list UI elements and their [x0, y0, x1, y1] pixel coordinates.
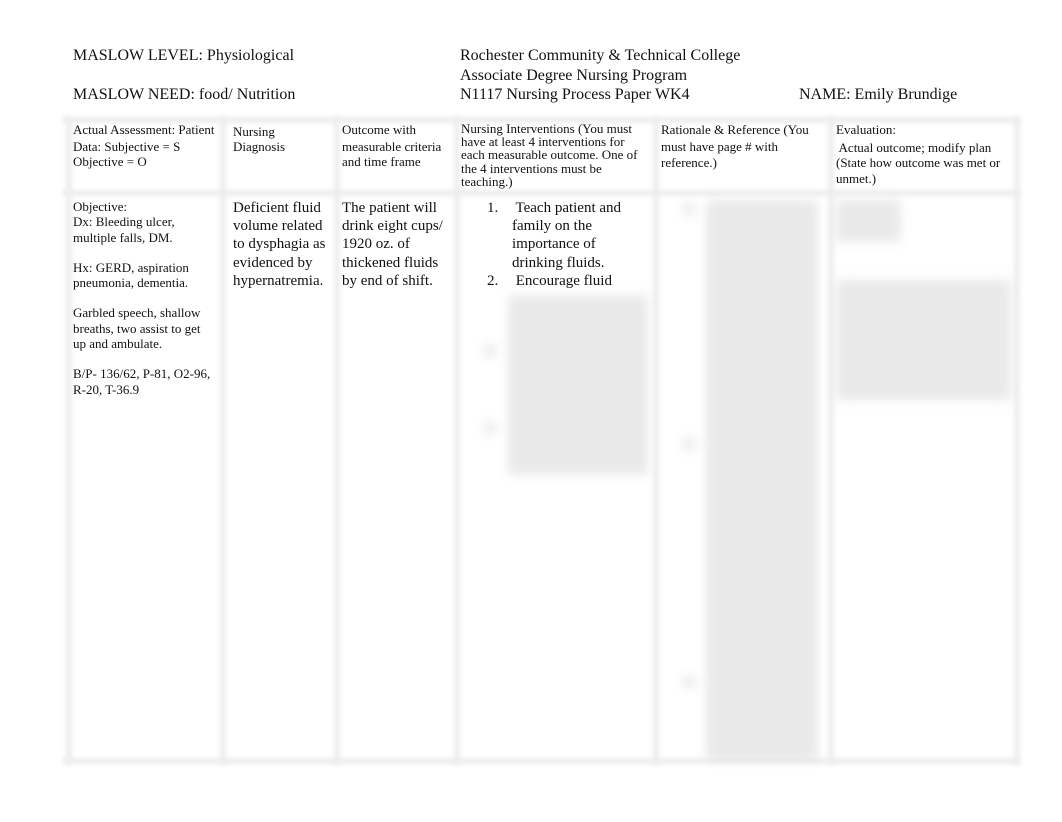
- header-assessment: Actual Assessment: Patient Data: Subject…: [73, 122, 223, 169]
- assessment-dx: Dx: Bleeding ulcer, multiple falls, DM.: [73, 214, 223, 245]
- assessment-line: multiple falls, DM.: [73, 229, 173, 245]
- program-name: Associate Degree Nursing Program: [460, 67, 688, 84]
- obscured-interventions-text: [508, 295, 648, 475]
- assessment-line: Garbled speech, shallow: [73, 305, 201, 321]
- header-line: must have page # with: [661, 138, 778, 154]
- assessment-label: Objective:: [73, 199, 128, 214]
- header-line: the 4 interventions must be: [461, 160, 602, 176]
- header-line: Rationale & Reference (You: [661, 122, 809, 137]
- header-rationale: Rationale & Reference (You must have pag…: [661, 122, 831, 172]
- interventions-cell: 1. Teach patient and family on the impor…: [487, 199, 652, 290]
- intervention-item: 2. Encourage fluid: [487, 272, 652, 290]
- diagnosis-line: evidenced by: [233, 254, 313, 271]
- obscured-rationale-text: [706, 200, 818, 760]
- assessment-line: up and ambulate.: [73, 336, 163, 352]
- header-line: each measurable outcome. One of: [461, 147, 638, 163]
- college-name: Rochester Community & Technical College: [460, 47, 741, 64]
- maslow-level: MASLOW LEVEL: Physiological: [73, 47, 295, 64]
- assessment-observations: Garbled speech, shallow breaths, two ass…: [73, 305, 223, 351]
- header-line: Nursing: [233, 124, 275, 139]
- obscured-list-marker: [484, 422, 496, 434]
- header-line: Actual outcome; modify plan: [836, 139, 992, 155]
- outcome-line: 1920 oz. of: [342, 236, 410, 253]
- intervention-number: 1.: [487, 200, 499, 216]
- diagnosis-cell: Deficient fluid volume related to dyspha…: [233, 199, 333, 290]
- header-interventions: Nursing Interventions (You must have at …: [461, 122, 656, 188]
- table-border-left: [66, 117, 72, 765]
- obscured-evaluation-text: [836, 280, 1011, 400]
- header-outcome: Outcome with measurable criteria and tim…: [342, 122, 457, 169]
- intervention-line: drinking fluids.: [512, 254, 605, 271]
- assessment-vitals: B/P- 136/62, P-81, O2-96, R-20, T-36.9: [73, 366, 223, 397]
- intervention-line: Encourage fluid: [512, 272, 612, 289]
- assessment-line: Hx: GERD, aspiration: [73, 259, 189, 275]
- column-divider: [653, 117, 659, 765]
- assessment-hx: Hx: GERD, aspiration pneumonia, dementia…: [73, 260, 223, 291]
- header-line: and time frame: [342, 154, 421, 169]
- assessment-line: R-20, T-36.9: [73, 381, 140, 397]
- column-divider: [828, 117, 834, 765]
- header-line: reference.): [661, 155, 717, 170]
- obscured-evaluation-text: [836, 200, 901, 242]
- table-border-right: [1014, 117, 1020, 765]
- outcome-cell: The patient will drink eight cups/ 1920 …: [342, 199, 457, 290]
- diagnosis-line: hypernatremia.: [233, 272, 324, 289]
- assessment-line: breaths, two assist to get: [73, 320, 201, 336]
- diagnosis-line: to dysphagia as: [233, 236, 326, 253]
- interventions-list: 1. Teach patient and family on the impor…: [487, 199, 652, 290]
- course-title: N1117 Nursing Process Paper WK4: [460, 86, 690, 103]
- intervention-line: Teach patient and: [512, 200, 622, 216]
- assessment-line: pneumonia, dementia.: [73, 275, 189, 291]
- header-line: measurable criteria: [342, 139, 442, 154]
- outcome-line: thickened fluids: [342, 254, 439, 271]
- obscured-list-marker: [683, 438, 695, 450]
- obscured-list-marker: [683, 203, 695, 215]
- intervention-number: 2.: [487, 272, 499, 289]
- header-line: Outcome with: [342, 122, 417, 137]
- header-evaluation: Evaluation: Actual outcome; modify plan …: [836, 122, 1016, 186]
- diagnosis-line: Deficient fluid: [233, 200, 321, 216]
- intervention-line: importance of: [512, 236, 596, 253]
- diagnosis-line: volume related: [233, 218, 323, 235]
- assessment-cell: Objective: Dx: Bleeding ulcer, multiple …: [73, 199, 223, 412]
- header-line: unmet.): [836, 170, 877, 186]
- header-line: Diagnosis: [233, 139, 285, 154]
- outcome-line: The patient will: [342, 200, 437, 216]
- header-line: Objective = O: [73, 154, 147, 169]
- header-line: Actual Assessment: Patient: [73, 122, 215, 137]
- assessment-line: Dx: Bleeding ulcer,: [73, 214, 175, 230]
- table-border-bottom: [62, 758, 1020, 764]
- maslow-need: MASLOW NEED: food/ Nutrition: [73, 86, 296, 103]
- intervention-item: 1. Teach patient and family on the impor…: [487, 199, 652, 272]
- outcome-line: drink eight cups/: [342, 218, 443, 235]
- header-line: Data: Subjective = S: [73, 139, 181, 154]
- header-line: (State how outcome was met or: [836, 155, 1001, 170]
- header-line: Evaluation:: [836, 122, 896, 137]
- student-name: NAME: Emily Brundige: [799, 86, 958, 103]
- header-line: teaching.): [461, 173, 513, 189]
- outcome-line: by end of shift.: [342, 272, 433, 289]
- header-diagnosis: Nursing Diagnosis: [233, 124, 333, 154]
- table-header-divider: [62, 190, 1020, 196]
- obscured-list-marker: [683, 676, 695, 688]
- column-divider: [334, 117, 340, 765]
- intervention-line: family on the: [512, 218, 592, 235]
- obscured-list-marker: [484, 345, 496, 357]
- assessment-line: B/P- 136/62, P-81, O2-96,: [73, 366, 211, 382]
